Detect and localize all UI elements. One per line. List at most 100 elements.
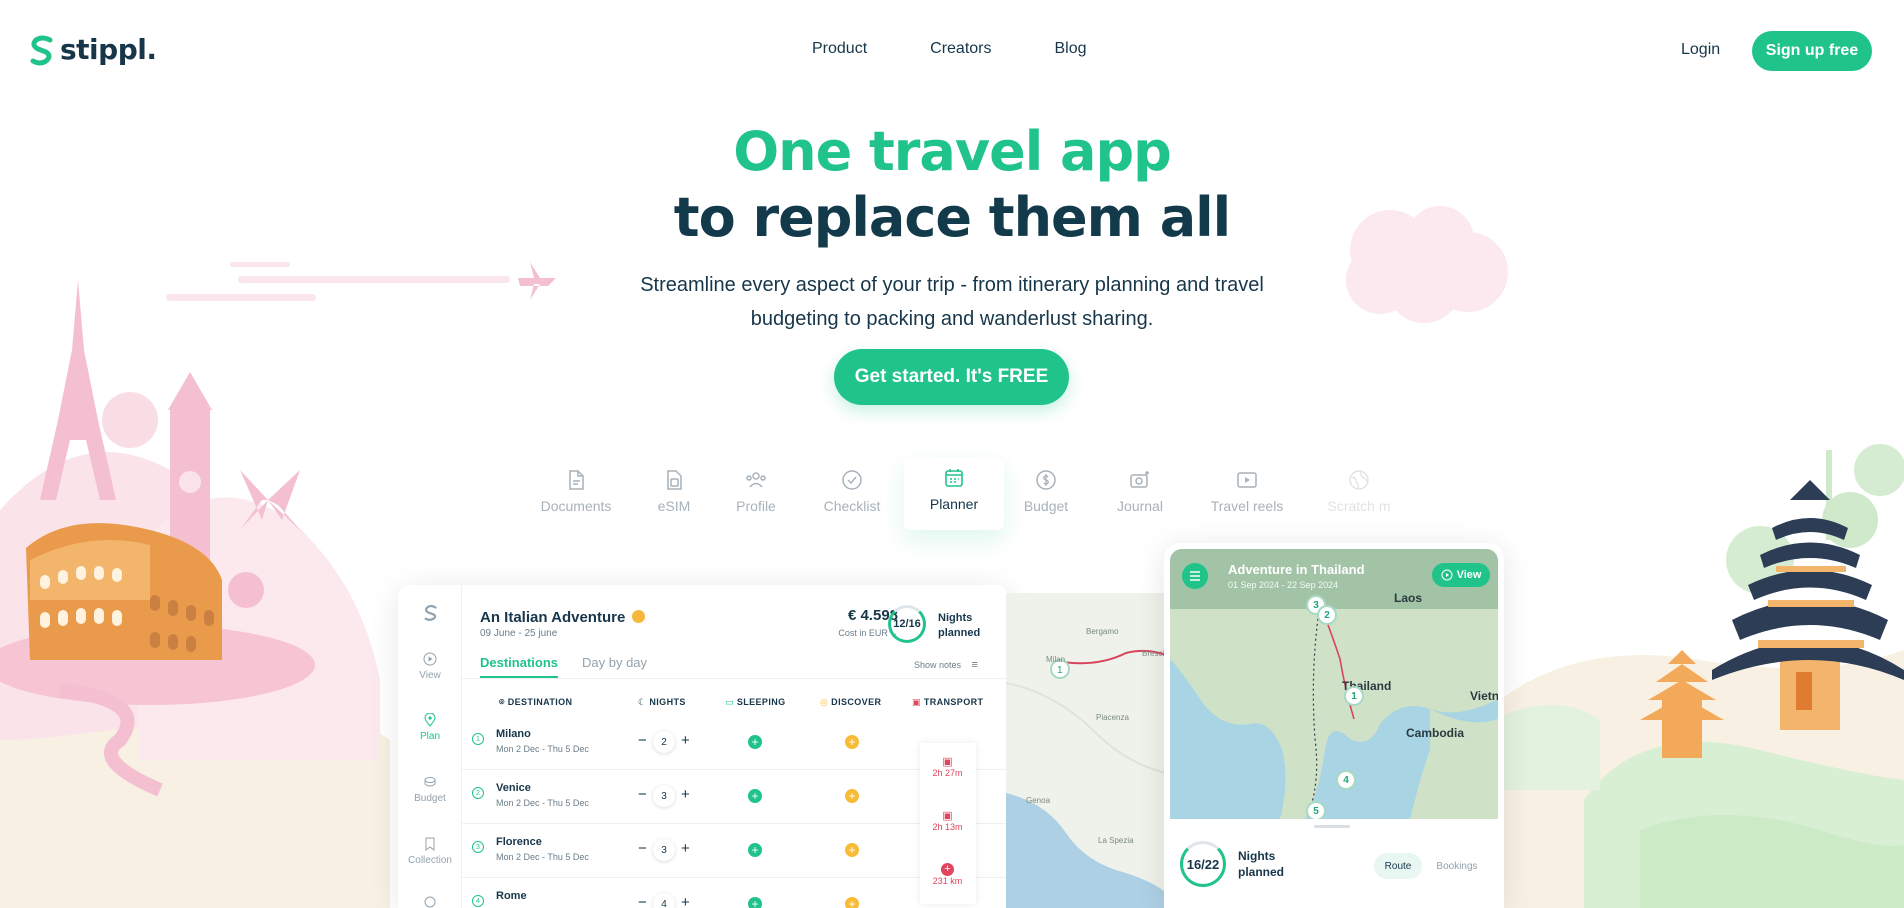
add-discover-button[interactable]: + [845,843,859,857]
bottom-sheet: 16/22 Nights planned Route Bookings [1164,819,1504,908]
sidebar-item-budget[interactable]: Budget [398,775,462,804]
stippl-s-icon [30,35,53,65]
transport-leg[interactable]: ▣ 2h 13m [920,809,975,832]
tab-documents[interactable]: Documents [526,468,626,514]
decrease-nights-button[interactable]: − [638,732,647,749]
transport-duration: 2h 27m [932,768,963,778]
city-dates: Mon 2 Dec - Thu 5 Dec [496,852,589,862]
tab-label: Checklist [823,498,881,514]
decrease-nights-button[interactable]: − [638,840,647,857]
map-label-milan: Milan [1046,655,1066,664]
nav-link-blog[interactable]: Blog [1055,40,1087,58]
show-notes-toggle[interactable]: Show notes ≡ [914,659,978,671]
route-pin[interactable]: 2 [1317,605,1337,625]
stippl-logo[interactable]: stippl. [30,33,157,66]
nights-label-line-1: Nights [938,612,973,624]
route-pin[interactable]: 4 [1336,770,1356,790]
add-sleeping-button[interactable]: + [748,789,762,803]
trip-dates: 01 Sep 2024 - 22 Sep 2024 [1228,580,1339,590]
brand-name: stippl. [60,33,157,66]
tab-scratch-map[interactable]: Scratch m [1319,468,1399,514]
show-notes-label: Show notes [914,660,962,670]
trip-cost: € 4.598 [847,607,898,624]
get-started-button[interactable]: Get started. It's FREE [834,349,1069,405]
col-label: DISCOVER [831,697,882,707]
nav-link-product[interactable]: Product [812,40,867,58]
tab-label: Planner [929,496,979,512]
map-label-piacenza: Piacenza [1096,713,1129,722]
city-dates: Mon 2 Dec - Thu 5 Dec [496,744,589,754]
increase-nights-button[interactable]: + [681,894,690,908]
signup-button[interactable]: Sign up free [1752,31,1872,71]
route-pin[interactable]: 1 [1344,686,1364,706]
menu-button[interactable] [1182,563,1208,589]
add-discover-button[interactable]: + [845,789,859,803]
tab-label: Profile [736,498,776,514]
increase-nights-button[interactable]: + [681,732,690,749]
tab-travel-reels[interactable]: Travel reels [1197,468,1297,514]
tab-budget[interactable]: Budget [996,468,1096,514]
city-name: Florence [496,836,542,848]
tab-journal[interactable]: Journal [1090,468,1190,514]
drag-handle[interactable] [1314,825,1350,828]
nights-progress-ring: 12/16 [888,605,926,643]
tab-checklist[interactable]: Checklist [802,468,902,514]
tab-planner[interactable]: Planner [904,458,1004,530]
cost-currency-select[interactable]: Cost in EUR ⌄ [798,628,898,639]
tab-label: Travel reels [1210,498,1284,514]
add-discover-button[interactable]: + [845,735,859,749]
heart-eyes-emoji-icon [632,610,646,623]
sidebar-item-collection[interactable]: Collection [398,837,462,866]
tab-label: Documents [540,498,612,514]
thailand-map[interactable]: Adventure in Thailand 01 Sep 2024 - 22 S… [1170,549,1498,819]
decrease-nights-button[interactable]: − [638,894,647,908]
view-button[interactable]: View [1432,563,1490,587]
col-label: TRANSPORT [923,697,984,707]
increase-nights-button[interactable]: + [681,786,690,803]
sim-card-icon [667,470,682,490]
settings-icon[interactable] [423,895,437,908]
transport-leg[interactable]: + 231 km [920,863,975,886]
nights-label-line-1: Nights [1238,849,1276,863]
camera-icon [1130,471,1149,488]
add-sleeping-button[interactable]: + [748,897,762,908]
col-label: DESTINATION [507,697,573,707]
hamburger-icon [1190,571,1200,581]
italy-map[interactable]: 1 Bergamo Brescia Milan Piacenza Genoa L… [1006,593,1166,908]
transport-column: ▣ 2h 27m ▣ 2h 13m + 231 km [920,743,976,904]
bookings-tab[interactable]: Bookings [1426,853,1488,879]
tab-destinations[interactable]: Destinations [480,655,559,678]
map-label-brescia: Brescia [1142,649,1166,658]
add-discover-button[interactable]: + [845,897,859,908]
sidebar-item-view[interactable]: View [398,652,462,681]
people-icon [746,472,766,488]
transport-leg[interactable]: ▣ 2h 27m [920,755,975,778]
route-tab[interactable]: Route [1374,853,1422,879]
nights-progress-ring: 16/22 [1180,841,1226,887]
increase-nights-button[interactable]: + [681,840,690,857]
row-number: 2 [472,787,484,799]
login-link[interactable]: Login [1681,41,1720,59]
route-pin[interactable]: 5 [1306,801,1326,819]
decrease-nights-button[interactable]: − [638,786,647,803]
trip-title-text: An Italian Adventure [480,609,626,626]
map-pin-icon: ⌾ [499,697,505,707]
tab-label: Scratch m [1327,498,1391,514]
bed-icon: ▭ [725,697,734,707]
tab-day-by-day[interactable]: Day by day [582,655,647,670]
nights-count: 2 [653,731,675,753]
sidebar-label: Collection [408,855,452,866]
sidebar-item-plan[interactable]: Plan [398,713,462,742]
nights-count: 3 [653,785,675,807]
col-transport: ▣ TRANSPORT [912,697,983,708]
nav-link-creators[interactable]: Creators [930,40,991,58]
map-label-vietnam: Vietn [1470,689,1498,703]
tab-profile[interactable]: Profile [706,468,806,514]
add-sleeping-button[interactable]: + [748,735,762,749]
view-label: View [1456,569,1482,581]
hero-subtitle: Streamline every aspect of your trip - f… [640,274,1264,330]
add-sleeping-button[interactable]: + [748,843,762,857]
col-label: SLEEPING [736,697,786,707]
col-destination: ⌾ DESTINATION [499,697,572,708]
play-circle-icon [1441,569,1453,581]
